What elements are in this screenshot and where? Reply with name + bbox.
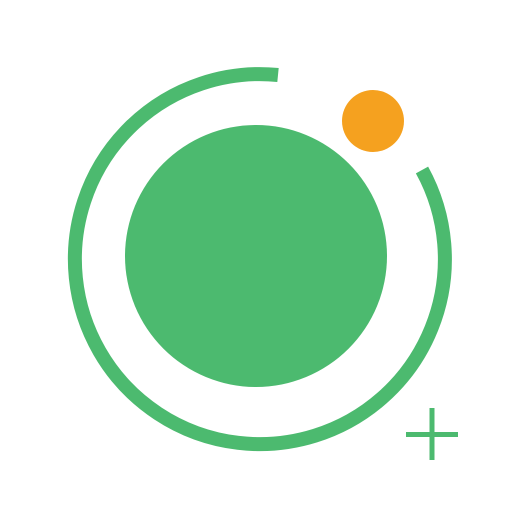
moon-circle <box>342 90 404 152</box>
orbit-logo-icon <box>67 67 458 460</box>
plus-icon <box>406 408 458 460</box>
planet-circle <box>125 125 387 387</box>
app-icon-canvas <box>0 0 512 512</box>
